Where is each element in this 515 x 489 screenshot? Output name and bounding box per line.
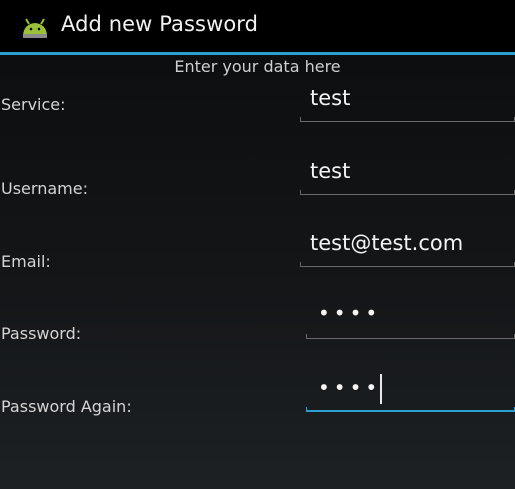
password-again-value[interactable]: •••• <box>318 376 381 400</box>
password-value[interactable]: •••• <box>318 301 381 325</box>
email-field[interactable]: test@test.com <box>300 225 515 267</box>
action-bar-divider <box>0 52 515 55</box>
email-underline <box>300 262 515 267</box>
service-value[interactable]: test <box>310 86 350 110</box>
password-label: Password: <box>1 324 82 343</box>
service-underline <box>300 117 515 122</box>
username-field[interactable]: test <box>300 153 515 195</box>
form-subtitle: Enter your data here <box>174 57 341 76</box>
password-again-text: •••• <box>318 374 383 404</box>
password-underline <box>306 334 515 339</box>
username-label: Username: <box>1 179 88 198</box>
page-title: Add new Password <box>61 12 259 36</box>
password-field[interactable]: •••• <box>306 297 515 339</box>
password-again-field[interactable]: •••• <box>306 370 515 412</box>
android-icon[interactable] <box>20 15 50 39</box>
email-value[interactable]: test@test.com <box>310 231 463 255</box>
password-again-underline <box>306 407 515 412</box>
username-value[interactable]: test <box>310 159 350 183</box>
password-again-label: Password Again: <box>1 397 132 416</box>
username-underline <box>300 190 515 195</box>
service-field[interactable]: test <box>300 80 515 122</box>
text-cursor <box>380 374 383 404</box>
email-label: Email: <box>1 252 51 271</box>
action-bar: Add new Password <box>0 0 515 52</box>
service-label: Service: <box>1 95 66 114</box>
